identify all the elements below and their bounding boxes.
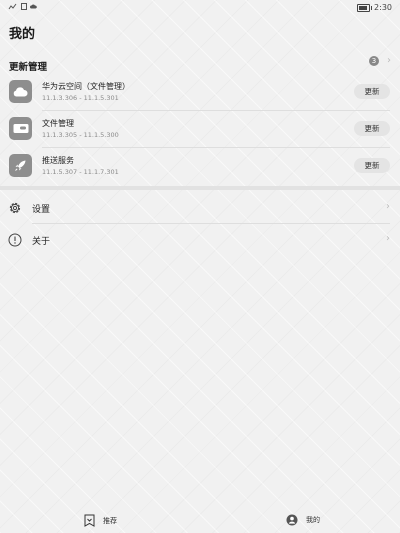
chevron-right-icon: › — [387, 55, 391, 66]
cloud-icon — [9, 80, 32, 103]
app-version: 11.1.3.305 - 11.1.5.300 — [42, 131, 119, 139]
nav-label-mine: 我的 — [306, 516, 320, 524]
update-button[interactable]: 更新 — [354, 121, 390, 136]
chevron-right-icon: › — [386, 233, 390, 244]
settings-row[interactable]: 设置 › — [0, 192, 400, 224]
rocket-icon — [9, 154, 32, 177]
update-button[interactable]: 更新 — [354, 84, 390, 99]
chevron-right-icon: › — [386, 201, 390, 212]
nav-label-recommend: 推荐 — [103, 516, 117, 525]
app-name: 推送服务 — [42, 156, 74, 165]
app-version: 11.1.5.307 - 11.1.7.301 — [42, 168, 119, 176]
app-update-row[interactable]: 文件管理 11.1.3.305 - 11.1.5.300 更新 — [0, 111, 400, 148]
screen-icon — [21, 3, 27, 10]
about-label: 关于 — [32, 237, 51, 247]
app-update-list: 华为云空间（文件管理） 11.1.3.306 - 11.1.5.301 更新 文… — [0, 74, 400, 185]
info-icon — [8, 233, 22, 247]
app-update-row[interactable]: 华为云空间（文件管理） 11.1.3.306 - 11.1.5.301 更新 — [0, 74, 400, 111]
update-count-badge: 3 — [369, 56, 379, 66]
battery-icon — [357, 3, 373, 12]
app-update-row[interactable]: 推送服务 11.1.5.307 - 11.1.7.301 更新 — [0, 148, 400, 185]
recommend-icon — [84, 514, 95, 527]
person-icon — [286, 514, 298, 526]
update-management-header[interactable]: 更新管理 3 › — [9, 55, 391, 73]
signal-icon — [8, 3, 17, 10]
status-bar: 2:30 — [0, 0, 400, 14]
settings-label: 设置 — [32, 205, 51, 215]
bottom-navigation: 推荐 我的 — [0, 510, 400, 533]
folder-icon — [9, 117, 32, 140]
status-time: 2:30 — [374, 3, 392, 12]
section-divider — [0, 186, 400, 190]
app-version: 11.1.3.306 - 11.1.5.301 — [42, 94, 119, 102]
status-icons-right: 2:30 — [357, 3, 392, 12]
page-title: 我的 — [9, 27, 36, 42]
cloud-status-icon — [30, 4, 37, 9]
nav-tab-mine[interactable]: 我的 — [286, 514, 320, 526]
gear-icon — [9, 202, 21, 214]
about-row[interactable]: 关于 › — [0, 224, 400, 256]
app-name: 华为云空间（文件管理） — [42, 82, 130, 91]
app-name: 文件管理 — [42, 119, 74, 128]
nav-tab-recommend[interactable]: 推荐 — [84, 514, 117, 527]
status-icons-left — [8, 3, 37, 10]
update-management-title: 更新管理 — [9, 62, 48, 73]
update-button[interactable]: 更新 — [354, 158, 390, 173]
